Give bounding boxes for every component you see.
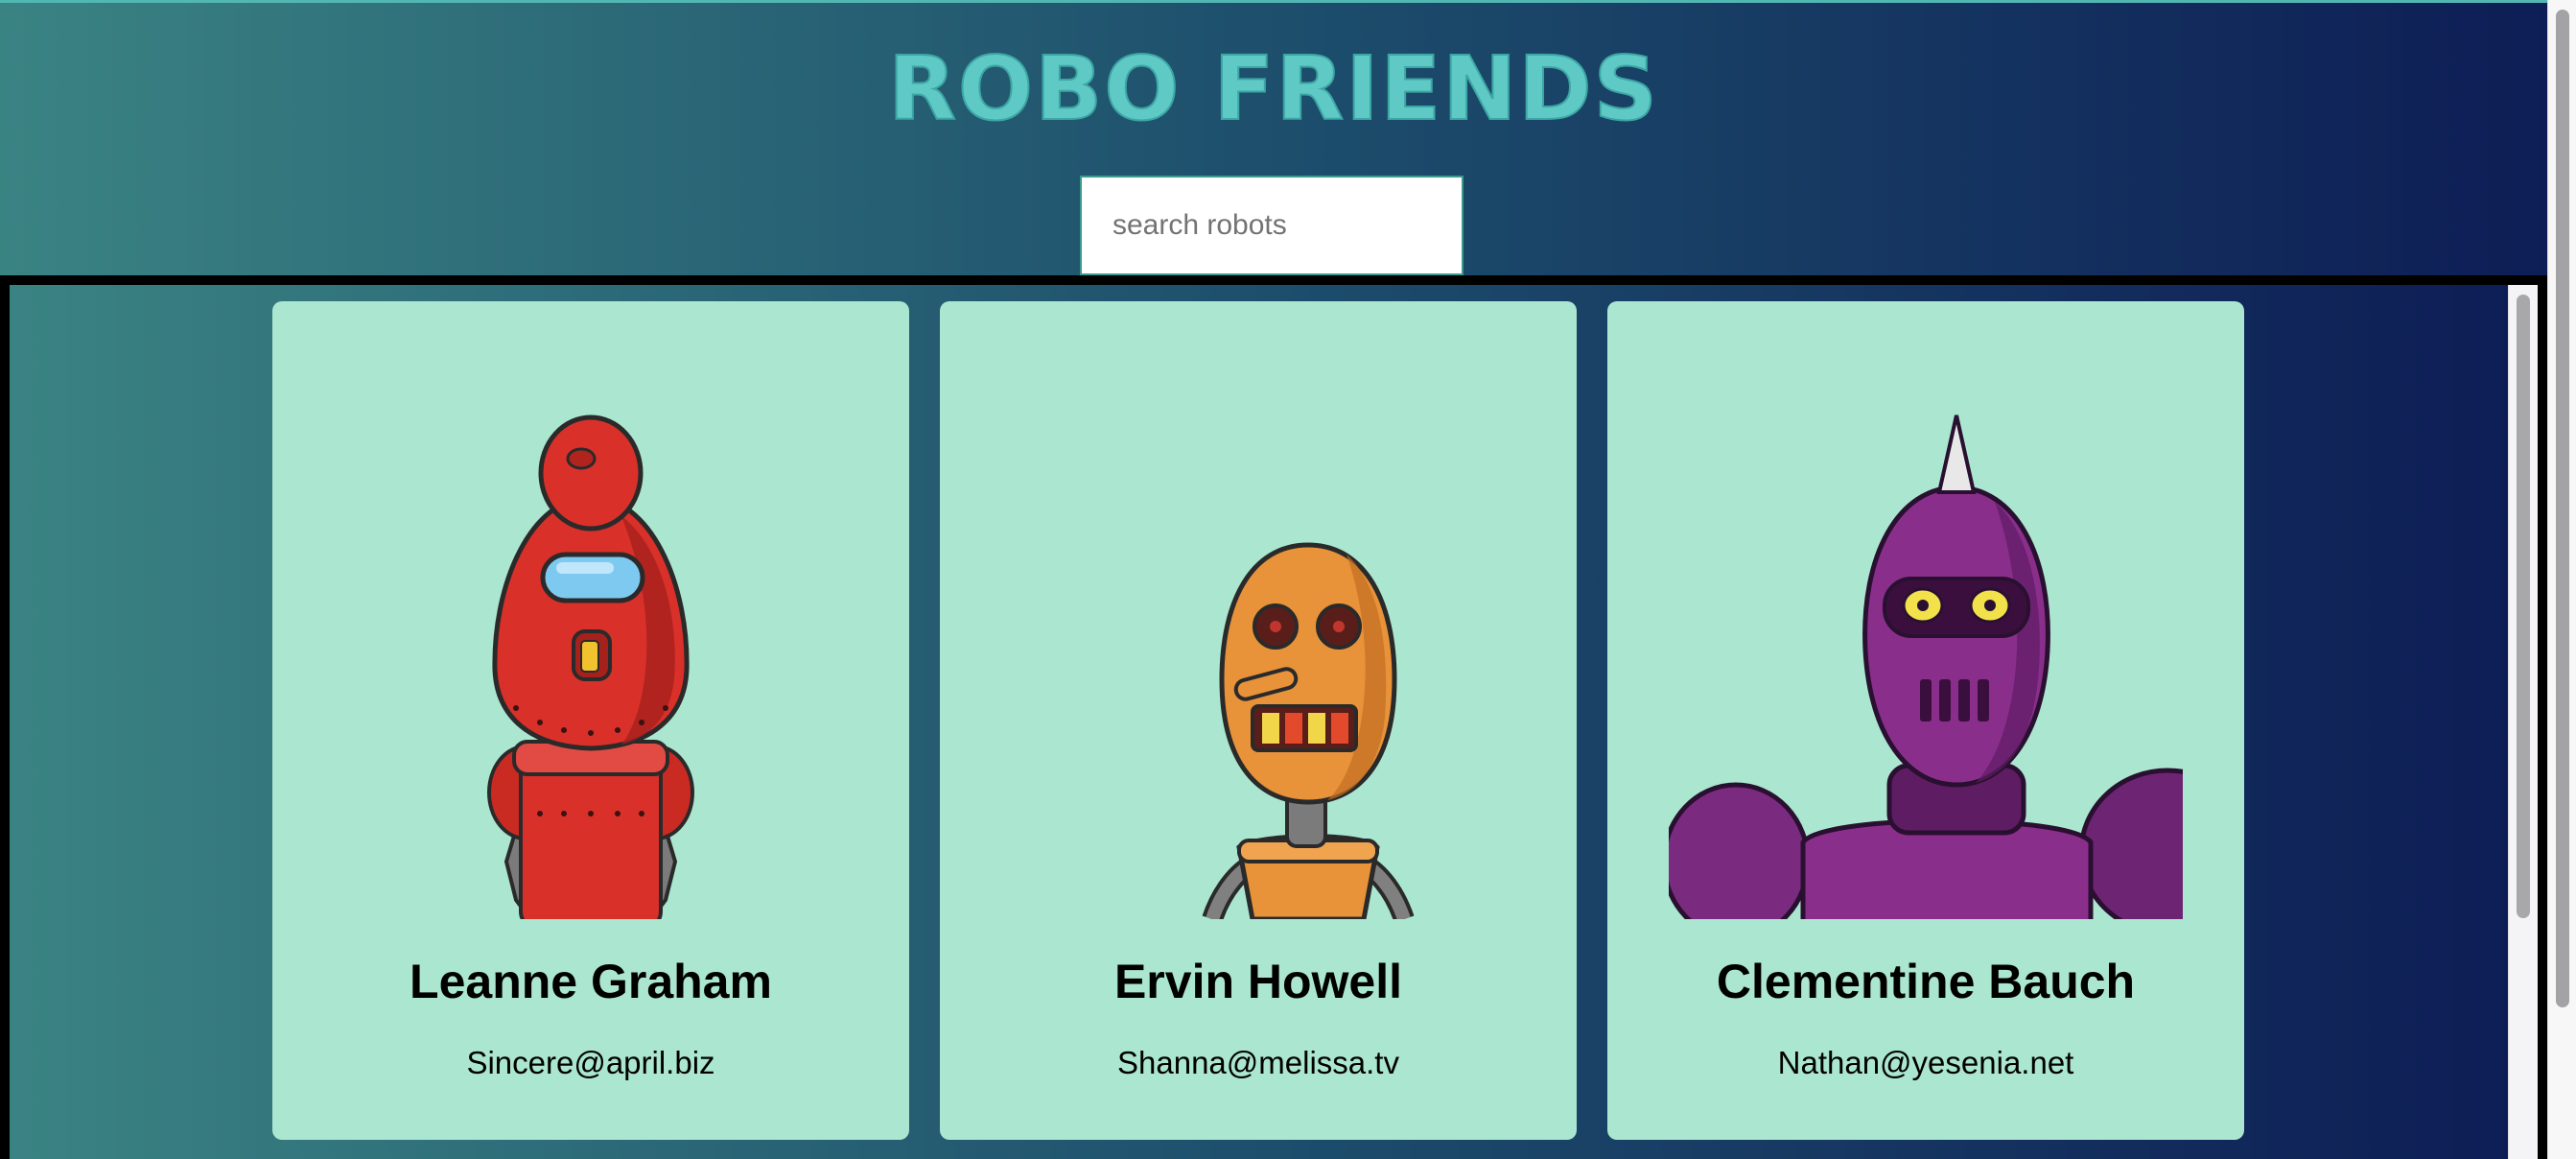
- robot-email: Shanna@melissa.tv: [1117, 1045, 1399, 1080]
- search-input[interactable]: [1080, 176, 1464, 275]
- robot-email: Sincere@april.biz: [466, 1045, 715, 1080]
- red-robot-avatar-icon: [334, 363, 848, 919]
- robot-list-scrollbar[interactable]: [2508, 285, 2538, 1159]
- robot-name: Leanne Graham: [410, 955, 772, 1008]
- page-scrollbar-thumb[interactable]: [2556, 10, 2569, 1007]
- robofriends-page: ROBO FRIENDS search robots Leanne Graham…: [0, 0, 2576, 1159]
- robot-card[interactable]: Leanne Graham Sincere@april.biz: [272, 301, 909, 1140]
- page-title: ROBO FRIENDS: [887, 37, 1659, 140]
- header: ROBO FRIENDS: [0, 3, 2547, 275]
- robot-card[interactable]: Ervin Howell Shanna@melissa.tv: [940, 301, 1577, 1140]
- robot-email: Nathan@yesenia.net: [1777, 1045, 2074, 1080]
- robot-name: Clementine Bauch: [1716, 955, 2136, 1008]
- page-scrollbar[interactable]: [2547, 0, 2576, 1159]
- orange-robot-avatar-icon: [1001, 363, 1515, 919]
- robot-card[interactable]: Clementine Bauch Nathan@yesenia.net: [1607, 301, 2244, 1140]
- robot-list-scrollbar-thumb[interactable]: [2517, 295, 2530, 918]
- robot-name: Ervin Howell: [1113, 955, 1403, 1008]
- purple-robot-avatar-icon: [1669, 363, 2183, 919]
